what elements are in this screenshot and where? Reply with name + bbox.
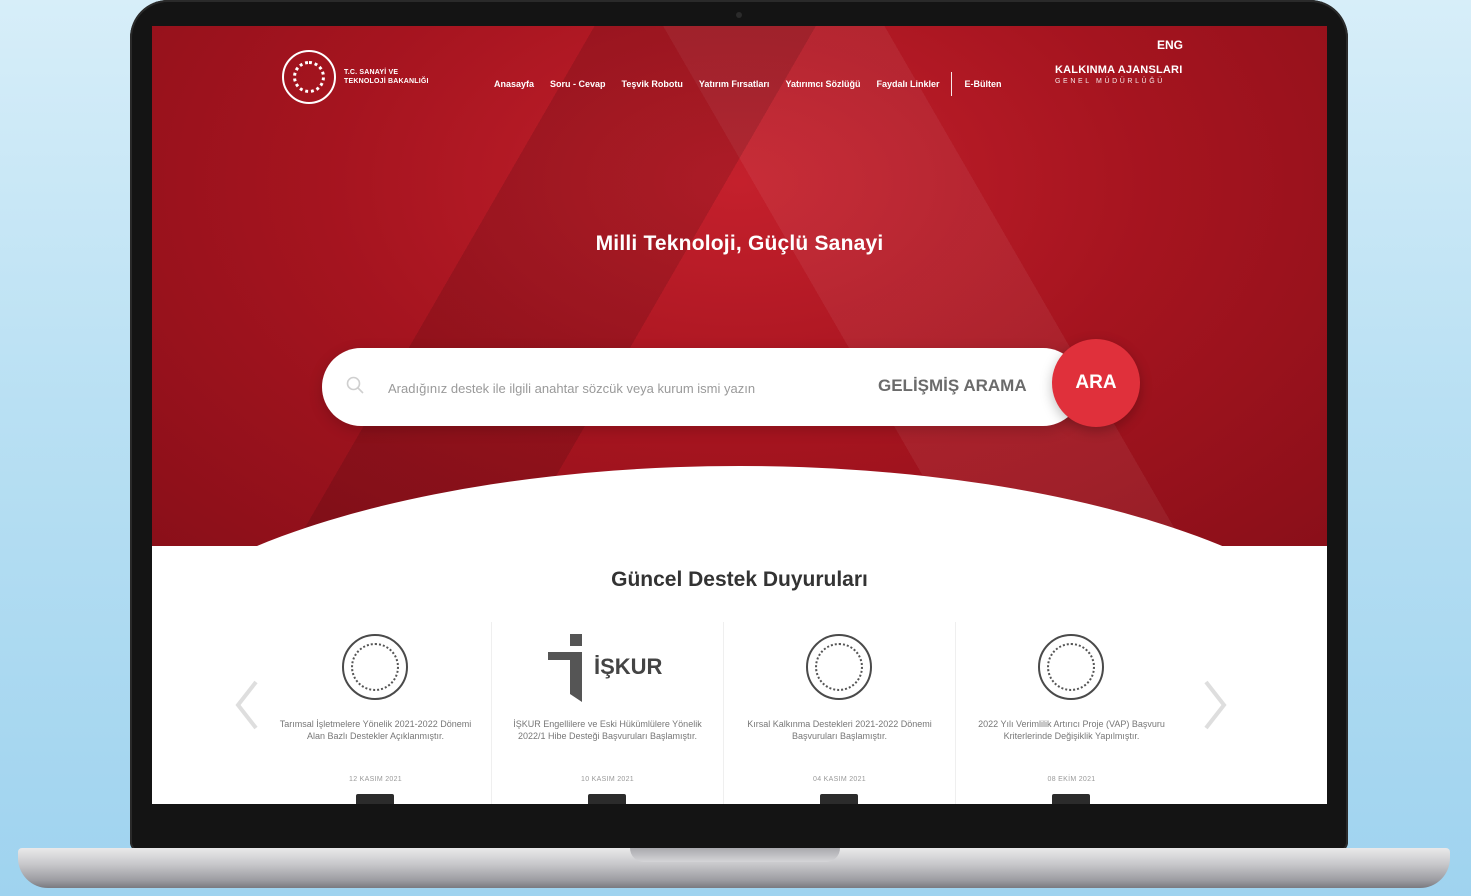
announcement-date: 10 KASIM 2021: [581, 776, 634, 783]
announcement-card[interactable]: 2022 Yılı Verimlilik Artırıcı Proje (VAP…: [956, 622, 1187, 804]
announcement-card[interactable]: Tarımsal İşletmelere Yönelik 2021-2022 D…: [260, 622, 492, 804]
search-bar: GELİŞMİŞ ARAMA: [322, 348, 1082, 426]
ministry-name: T.C. SANAYİ VE TEKNOLOJİ BAKANLIĞI: [344, 69, 429, 85]
nav-yatirim-firsatlari[interactable]: Yatırım Fırsatları: [699, 79, 770, 89]
nav-yatirimci-sozlugu[interactable]: Yatırımcı Sözlüğü: [785, 79, 860, 89]
nav-tesvik-robotu[interactable]: Teşvik Robotu: [622, 79, 683, 89]
search-input[interactable]: [386, 372, 830, 404]
nav-divider: [951, 72, 953, 96]
search-button[interactable]: ARA: [1052, 339, 1140, 427]
ministry-seal-icon: [806, 634, 872, 700]
announcement-date: 04 KASIM 2021: [813, 776, 866, 783]
carousel-prev-icon[interactable]: [232, 678, 262, 732]
announcement-date: 12 KASIM 2021: [349, 776, 402, 783]
agency-brand[interactable]: KALKINMA AJANSLARI GENEL MÜDÜRLÜĞÜ: [1055, 64, 1182, 88]
announcement-date: 08 EKİM 2021: [1047, 776, 1096, 783]
hero-title: Milli Teknoloji, Güçlü Sanayi: [595, 232, 884, 255]
section-title: Güncel Destek Duyuruları: [611, 568, 868, 591]
announcement-text: İŞKUR Engellilere ve Eski Hükümlülere Yö…: [513, 719, 702, 741]
announcement-card[interactable]: Kırsal Kalkınma Destekleri 2021-2022 Dön…: [724, 622, 956, 804]
ministry-seal-icon: [282, 50, 336, 104]
announcement-text: Tarımsal İşletmelere Yönelik 2021-2022 D…: [279, 719, 472, 741]
card-tab: [820, 794, 858, 804]
nav-soru-cevap[interactable]: Soru - Cevap: [550, 79, 606, 89]
laptop-notch: [630, 848, 840, 862]
nav-anasayfa[interactable]: Anasayfa: [494, 79, 534, 89]
language-switch[interactable]: ENG: [1157, 38, 1183, 52]
announcement-carousel: Tarımsal İşletmelere Yönelik 2021-2022 D…: [260, 622, 1192, 804]
card-tab: [356, 794, 394, 804]
camera-dot: [736, 12, 742, 18]
iskur-brand-text: İŞKUR: [594, 654, 663, 679]
iskur-logo-icon: İŞKUR: [548, 634, 663, 702]
announcement-text: Kırsal Kalkınma Destekleri 2021-2022 Dön…: [747, 719, 932, 741]
ministry-seal-icon: [342, 634, 408, 700]
search-icon: [346, 376, 364, 394]
announcement-card[interactable]: İŞKUR İŞKUR Engellilere ve Eski Hükümlül…: [492, 622, 724, 804]
card-tab: [588, 794, 626, 804]
ministry-logo[interactable]: T.C. SANAYİ VE TEKNOLOJİ BAKANLIĞI: [282, 50, 429, 104]
carousel-next-icon[interactable]: [1200, 678, 1230, 732]
nav-faydali-linkler[interactable]: Faydalı Linkler: [876, 79, 939, 89]
nav-e-bulten[interactable]: E-Bülten: [964, 79, 1001, 89]
announcement-text: 2022 Yılı Verimlilik Artırıcı Proje (VAP…: [978, 719, 1165, 741]
ministry-seal-icon: [1038, 634, 1104, 700]
browser-screen: ENG T.C. SANAYİ VE TEKNOLOJİ BAKANLIĞI A…: [152, 26, 1327, 804]
advanced-search-link[interactable]: GELİŞMİŞ ARAMA: [878, 376, 1027, 396]
main-nav: Anasayfa Soru - Cevap Teşvik Robotu Yatı…: [494, 72, 1001, 96]
card-tab: [1052, 794, 1090, 804]
